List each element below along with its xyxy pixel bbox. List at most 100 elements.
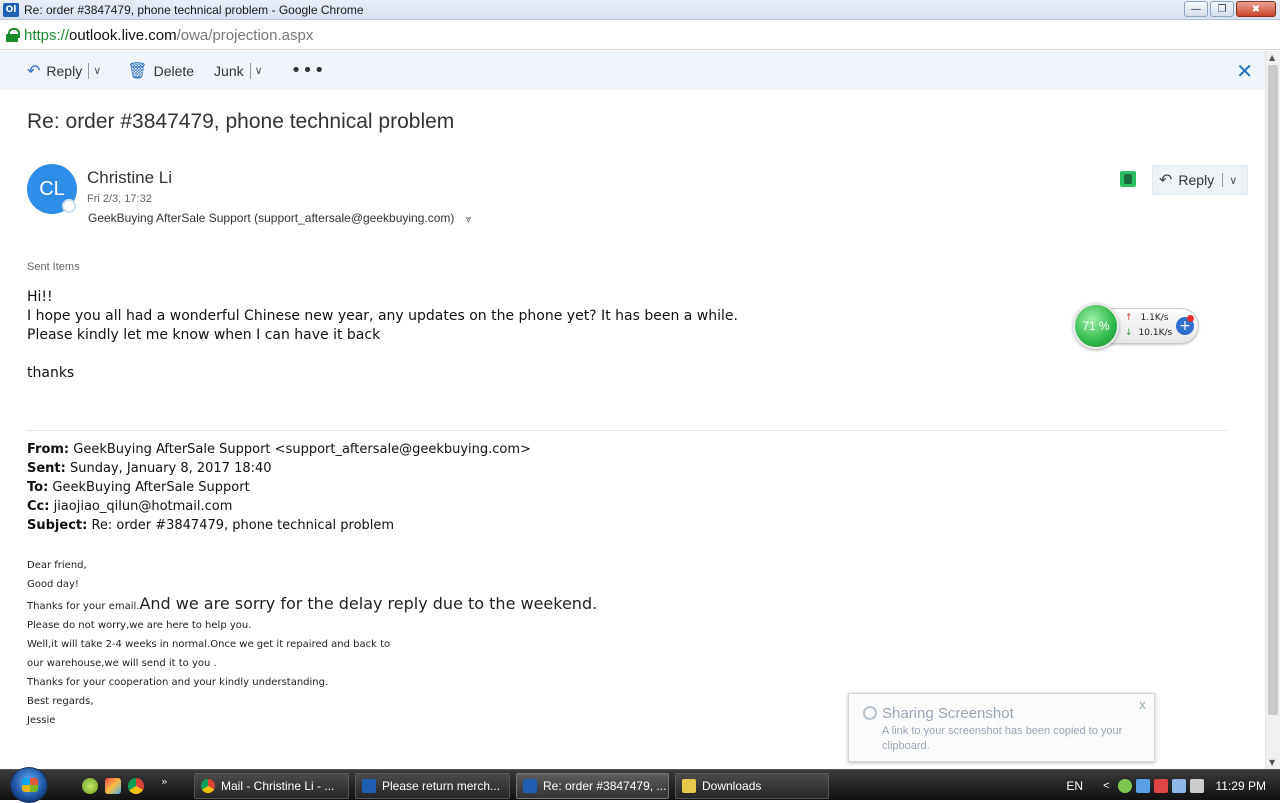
download-speed: ↓ 10.1K/s <box>1125 328 1172 338</box>
lock-icon <box>6 28 20 42</box>
sent-label: Sent: <box>27 461 66 476</box>
from-value: GeekBuying AfterSale Support <support_af… <box>69 442 531 457</box>
quoted-line-big: And we are sorry for the delay reply due… <box>139 594 598 613</box>
toast-close-button[interactable]: x <box>1139 698 1146 712</box>
download-speed-value: 10.1K/s <box>1138 328 1173 338</box>
start-button[interactable] <box>10 767 48 803</box>
window-title: Re: order #3847479, phone technical prob… <box>24 2 364 17</box>
network-tray-icon[interactable] <box>1117 778 1132 793</box>
add-icon[interactable] <box>82 778 98 794</box>
reply-toolbar-button[interactable]: ↶ Reply ∨ <box>27 56 101 86</box>
subject-label: Subject: <box>27 518 88 533</box>
quoted-line: Dear friend, <box>27 560 87 571</box>
url-path: /owa/projection.aspx <box>176 26 314 44</box>
message-body: Hi!! I hope you all had a wonderful Chin… <box>27 288 738 383</box>
recipient-line[interactable]: GeekBuying AfterSale Support (support_af… <box>88 211 471 225</box>
separator <box>1222 173 1224 187</box>
chrome-icon[interactable] <box>128 778 144 794</box>
folder-icon <box>682 779 696 793</box>
url-text[interactable]: https://outlook.live.com/owa/projection.… <box>24 27 313 44</box>
body-line: Please kindly let me know when I can hav… <box>27 327 381 343</box>
outlook-app-icon: Ol <box>3 2 19 17</box>
delete-button[interactable]: 🗑︎ Delete <box>127 56 194 86</box>
junk-button[interactable]: Junk ∨ <box>214 56 263 86</box>
url-scheme: https:// <box>24 26 70 44</box>
separator <box>249 62 251 79</box>
network-monitor-widget[interactable]: 71 % ↑ 1.1K/s ↓ 10.1K/s + <box>1073 303 1201 349</box>
scroll-down-arrow-icon[interactable]: ▼ <box>1269 758 1275 767</box>
quoted-line: our warehouse,we will send it to you . <box>27 658 217 669</box>
url-host: outlook.live.com <box>69 26 177 44</box>
minimize-button[interactable]: ― <box>1184 1 1208 17</box>
chevron-down-icon[interactable]: ∨ <box>1229 174 1237 187</box>
presence-indicator-icon <box>62 199 76 213</box>
reply-button-label: Reply <box>1178 172 1215 188</box>
separator <box>88 62 90 79</box>
more-actions-button[interactable]: ••• <box>291 60 326 81</box>
cc-value: jiaojiao_qilun@hotmail.com <box>49 499 233 514</box>
cc-label: Cc: <box>27 499 50 514</box>
usage-ball[interactable]: 71 % <box>1073 303 1119 349</box>
quoted-to: To: GeekBuying AfterSale Support <box>27 478 531 497</box>
quoted-body: Dear friend, Good day! Thanks for your e… <box>27 556 597 730</box>
quoted-subject: Subject: Re: order #3847479, phone techn… <box>27 516 531 535</box>
close-reading-pane-button[interactable]: ✕ <box>1236 59 1253 83</box>
chrome-icon <box>201 779 215 793</box>
junk-label: Junk <box>214 62 244 79</box>
taskbar-item-please-return[interactable]: Please return merch... <box>355 773 510 799</box>
expand-recipients-icon[interactable]: ⩔ <box>466 214 472 225</box>
window-titlebar: Ol Re: order #3847479, phone technical p… <box>0 0 1280 20</box>
quoted-line: Best regards, <box>27 696 94 707</box>
system-tray: EN < 11:29 PM <box>1066 770 1280 801</box>
down-arrow-icon: ↓ <box>1125 328 1133 338</box>
sent-value: Sunday, January 8, 2017 18:40 <box>65 461 272 476</box>
reply-icon: ↶ <box>27 62 41 80</box>
quoted-line-small: Thanks for your email. <box>27 601 140 612</box>
message-subject: Re: order #3847479, phone technical prob… <box>27 110 455 133</box>
shield-tray-icon[interactable] <box>1153 778 1168 793</box>
subject-value: Re: order #3847479, phone technical prob… <box>87 518 395 533</box>
close-window-button[interactable]: ✖ <box>1236 1 1276 17</box>
chevron-down-icon[interactable]: ∨ <box>93 64 101 77</box>
quoted-line: Good day! <box>27 579 79 590</box>
quoted-sent: Sent: Sunday, January 8, 2017 18:40 <box>27 459 531 478</box>
clock[interactable]: 11:29 PM <box>1216 779 1266 793</box>
folder-label: Sent Items <box>27 261 80 273</box>
photos-icon[interactable] <box>105 778 121 794</box>
address-bar[interactable]: https://outlook.live.com/owa/projection.… <box>0 21 1280 50</box>
reply-button[interactable]: ↶ Reply ∨ <box>1152 165 1248 195</box>
taskbar-item-label: Mail - Christine Li - ... <box>221 779 335 793</box>
upload-speed-value: 1.1K/s <box>1140 313 1169 323</box>
language-indicator[interactable]: EN <box>1066 779 1083 793</box>
quick-launch-more-icon[interactable]: » <box>161 775 168 788</box>
taskbar-item-label: Downloads <box>702 779 762 793</box>
toast-message: A link to your screenshot has been copie… <box>882 725 1123 752</box>
chevron-down-icon[interactable]: ∨ <box>255 64 263 77</box>
quoted-line: Well,it will take 2-4 weeks in normal.On… <box>27 639 391 650</box>
sender-name[interactable]: Christine Li <box>87 168 172 188</box>
scroll-up-arrow-icon[interactable]: ▲ <box>1269 53 1275 62</box>
scroll-thumb[interactable] <box>1268 65 1278 715</box>
sync-tray-icon[interactable] <box>1135 778 1150 793</box>
body-line: Hi!! <box>27 289 53 305</box>
taskbar-item-label: Re: order #3847479, ... <box>543 779 667 793</box>
evernote-icon[interactable] <box>1120 171 1136 187</box>
taskbar-item-mail[interactable]: Mail - Christine Li - ... <box>194 773 349 799</box>
reply-label: Reply <box>46 62 83 79</box>
quoted-line: Thanks for your cooperation and your kin… <box>27 677 329 688</box>
reply-icon: ↶ <box>1159 172 1173 189</box>
sharing-toast[interactable]: Sharing Screenshot A link to your screen… <box>848 693 1155 762</box>
outlook-icon <box>523 779 537 793</box>
restore-button[interactable]: ❐ <box>1210 1 1234 17</box>
taskbar-item-re-order[interactable]: Re: order #3847479, ... <box>516 773 669 799</box>
show-hidden-icons[interactable]: < <box>1103 780 1109 792</box>
vertical-scrollbar[interactable]: ▲ ▼ <box>1265 51 1280 769</box>
volume-icon[interactable] <box>1189 778 1204 793</box>
taskbar-item-downloads[interactable]: Downloads <box>675 773 829 799</box>
monitor-tray-icon[interactable] <box>1171 778 1186 793</box>
message-datetime: Fri 2/3, 17:32 <box>87 193 152 205</box>
recipient-text: GeekBuying AfterSale Support (support_af… <box>88 211 455 225</box>
quote-divider <box>27 430 1227 431</box>
to-value: GeekBuying AfterSale Support <box>48 480 250 495</box>
